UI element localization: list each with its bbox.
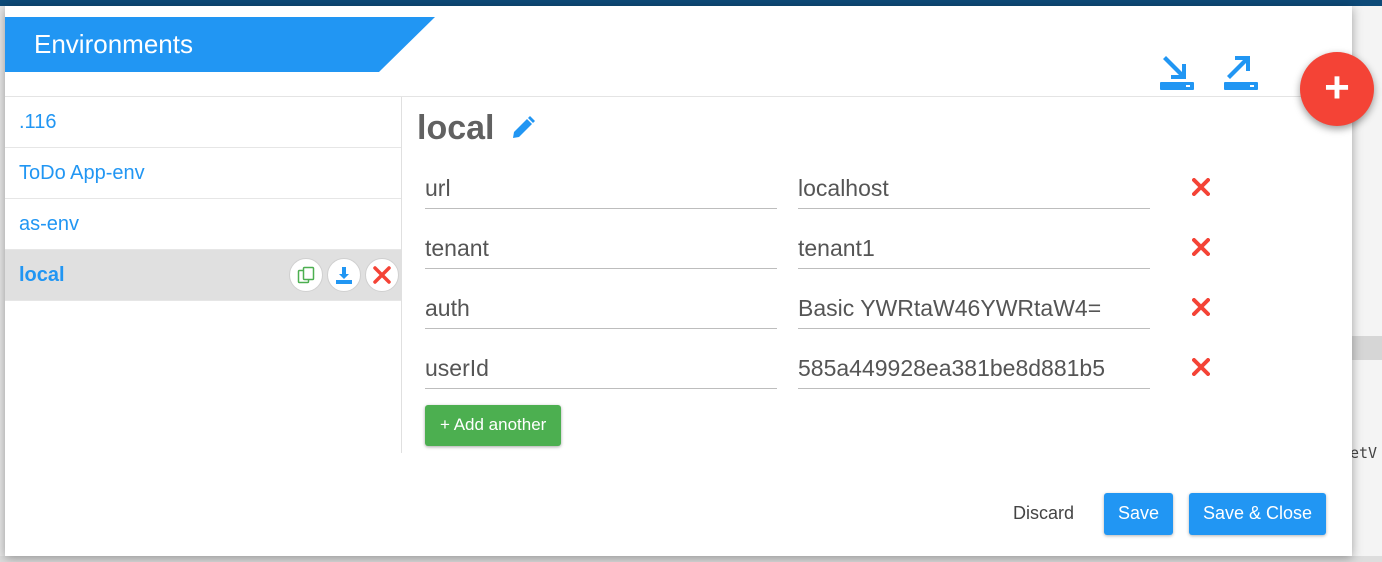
download-environment-button[interactable] (327, 258, 361, 292)
variable-key-input[interactable] (425, 347, 777, 389)
variable-value-input[interactable] (798, 227, 1150, 269)
environment-list: .116 ToDo App-env as-env local (5, 97, 402, 453)
variable-row (425, 287, 1325, 331)
environment-item[interactable]: .116 (5, 97, 401, 148)
save-button[interactable]: Save (1104, 493, 1174, 535)
delete-environment-button[interactable] (365, 258, 399, 292)
environments-modal: Environments + .116 ToDo App-env as-env … (5, 6, 1374, 556)
save-close-button[interactable]: Save & Close (1189, 493, 1327, 535)
background-app-bottom (0, 556, 1382, 562)
variable-row (425, 227, 1325, 271)
environment-item-label: ToDo App-env (19, 162, 145, 184)
title-tab-corner (379, 17, 435, 72)
close-icon (373, 266, 391, 284)
discard-button[interactable]: Discard (1013, 493, 1074, 535)
variable-key-input[interactable] (425, 287, 777, 329)
variable-key-input[interactable] (425, 227, 777, 269)
variable-row (425, 167, 1325, 211)
environment-item-label: local (19, 264, 65, 286)
delete-variable-icon[interactable] (1192, 298, 1210, 316)
pencil-icon[interactable] (509, 114, 537, 142)
modal-title-tab: Environments (5, 17, 435, 72)
copy-icon (297, 266, 315, 284)
add-variable-button[interactable]: + Add another (425, 405, 562, 446)
background-code-text: etV (1350, 444, 1378, 462)
add-environment-button[interactable]: + (1300, 52, 1374, 126)
environment-item-label: .116 (19, 111, 57, 133)
export-icon[interactable] (1222, 52, 1260, 92)
environment-item[interactable]: ToDo App-env (5, 148, 401, 199)
import-icon[interactable] (1158, 52, 1196, 92)
environment-item-active[interactable]: local (5, 250, 401, 301)
variable-value-input[interactable] (798, 347, 1150, 389)
variable-value-input[interactable] (798, 287, 1150, 329)
variable-value-input[interactable] (798, 167, 1150, 209)
environment-item[interactable]: as-env (5, 199, 401, 250)
variable-key-input[interactable] (425, 167, 777, 209)
environment-item-actions (285, 258, 399, 292)
delete-variable-icon[interactable] (1192, 358, 1210, 376)
copy-environment-button[interactable] (289, 258, 323, 292)
modal-title: Environments (5, 17, 379, 72)
environment-name: local (417, 109, 495, 147)
environment-item-label: as-env (19, 213, 80, 235)
plus-icon: + (1324, 63, 1350, 112)
delete-variable-icon[interactable] (1192, 238, 1210, 256)
variable-row (425, 347, 1325, 391)
download-icon (336, 267, 352, 284)
delete-variable-icon[interactable] (1192, 178, 1210, 196)
